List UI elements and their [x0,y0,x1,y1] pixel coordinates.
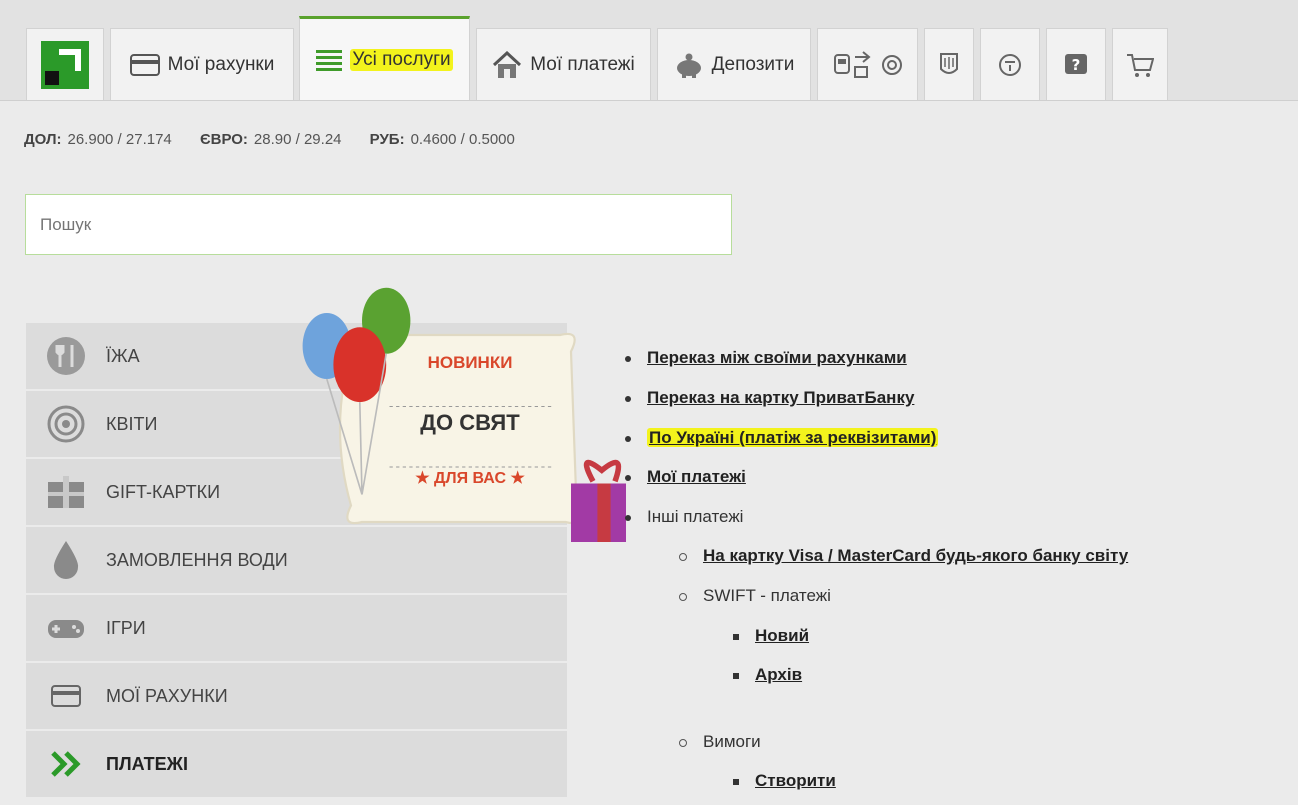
tab-government[interactable] [924,28,974,100]
gamepad-icon [48,620,84,638]
eur-label: ЄВРО: [199,131,248,148]
tab-home-logo[interactable] [26,28,104,100]
tab-my-payments[interactable]: Мої платежі [476,28,651,100]
link-swift-archive[interactable]: Архів [755,665,802,684]
list-item: Переказ на картку ПриватБанку [625,388,914,408]
tab-cart[interactable] [1112,28,1168,100]
trident-emblem-icon [940,52,958,74]
menu-label: ЇЖА [106,345,140,366]
link-visa-mastercard[interactable]: На картку Visa / MasterCard будь-якого б… [703,546,1128,565]
cutlery-icon [47,337,85,375]
menu-label: GIFT-КАРТКИ [106,481,221,502]
clock-icon [999,53,1021,76]
tab-deposits[interactable]: Депозити [657,28,811,100]
link-privatbank-card-transfer[interactable]: Переказ на картку ПриватБанку [647,388,914,407]
tab-help[interactable]: ? [1046,28,1106,100]
tab-all-services[interactable]: Усі послуги [299,16,470,100]
menu-item-games[interactable]: ІГРИ [26,595,567,661]
requirements-label: Вимоги [703,732,761,751]
eur-value: 28.90 / 29.24 [253,131,342,148]
swift-label: SWIFT - платежі [703,586,831,605]
rub-value: 0.4600 / 0.5000 [410,131,515,148]
link-my-payments[interactable]: Мої платежі [647,467,746,486]
tab-label: Усі послуги [350,48,453,71]
gift-card-icon [48,476,84,508]
menu-label: ІГРИ [106,617,146,638]
promo-line-2: ДО СВЯТ [420,410,520,435]
menu-item-my-accounts[interactable]: МОЇ РАХУНКИ [26,663,567,729]
link-own-accounts-transfer[interactable]: Переказ між своїми рахунками [647,348,907,367]
usd-label: ДОЛ: [24,131,62,148]
list-item: Архів [733,665,802,685]
link-swift-new[interactable]: Новий [755,626,809,645]
menu-item-payments[interactable]: ПЛАТЕЖІ [26,731,567,797]
exchange-rates: ДОЛ: 26.900 / 27.174 ЄВРО: 28.90 / 29.24 Р… [24,131,539,148]
search-input[interactable] [25,194,732,255]
tab-label: Депозити [711,53,795,75]
top-navigation: Мої рахунки Усі послуги Мої платежі Депо… [0,0,1298,101]
list-item: По Україні (платіж за реквізитами) [625,428,939,448]
list-item: Мої платежі [625,467,746,487]
house-icon [493,50,522,78]
menu-label: ЗАМОВЛЕННЯ ВОДИ [106,549,288,570]
other-payments-label: Інші платежі [647,507,744,526]
list-item: Створити [733,771,836,791]
tab-label: Мої платежі [530,53,635,75]
link-ukraine-payment[interactable]: По Україні (платіж за реквізитами) [647,428,939,447]
shopping-cart-icon [1127,53,1154,77]
list-item: На картку Visa / MasterCard будь-якого б… [679,546,1128,566]
promo-line-3: ★ ДЛЯ ВАС ★ [415,470,525,487]
list-item: Новий [733,626,809,646]
list-item: Вимоги [679,732,761,752]
flower-icon [47,405,85,443]
tab-label: Мої рахунки [167,53,275,75]
menu-label: ПЛАТЕЖІ [106,753,188,774]
tab-timer[interactable] [980,28,1040,100]
promo-line-1: НОВИНКИ [427,353,513,372]
rub-label: РУБ: [369,131,405,148]
list-item: SWIFT - платежі [679,586,831,606]
double-chevron-right-icon [51,751,81,777]
list-icon [316,49,343,71]
credit-card-icon [129,53,160,76]
menu-label: КВІТИ [106,413,158,434]
list-item: Інші платежі [625,507,743,527]
train-plane-icon [833,50,871,78]
lifebuoy-icon [881,54,902,75]
svg-text:?: ? [1072,56,1081,74]
tab-travel[interactable] [817,28,918,100]
menu-label: МОЇ РАХУНКИ [106,685,228,706]
list-item: Переказ між своїми рахунками [625,348,907,368]
usd-value: 26.900 / 27.174 [67,131,172,148]
tab-my-accounts[interactable]: Мої рахунки [110,28,294,100]
question-mark-icon: ? [1065,53,1087,74]
privatbank-logo-icon [41,40,89,89]
credit-card-icon [51,685,81,707]
piggy-bank-icon [676,53,701,78]
water-drop-icon [53,541,79,579]
link-requirements-create[interactable]: Створити [755,771,836,790]
